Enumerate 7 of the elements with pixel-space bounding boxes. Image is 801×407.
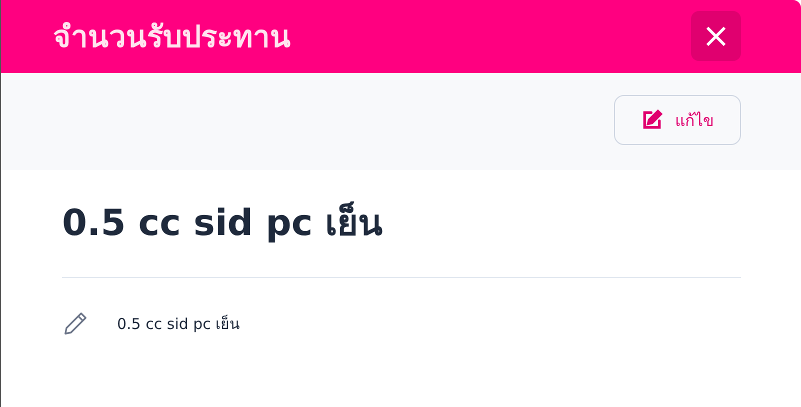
dialog-title: จำนวนรับประทาน: [53, 20, 291, 56]
edit-icon: [641, 109, 663, 131]
item-heading: 0.5 cc sid pc เย็น: [62, 194, 741, 278]
item-detail: 0.5 cc sid pc เย็น: [117, 314, 240, 334]
edit-button[interactable]: แก้ไข: [614, 95, 741, 145]
pencil-icon: [62, 310, 89, 337]
close-button[interactable]: ×: [691, 10, 741, 60]
